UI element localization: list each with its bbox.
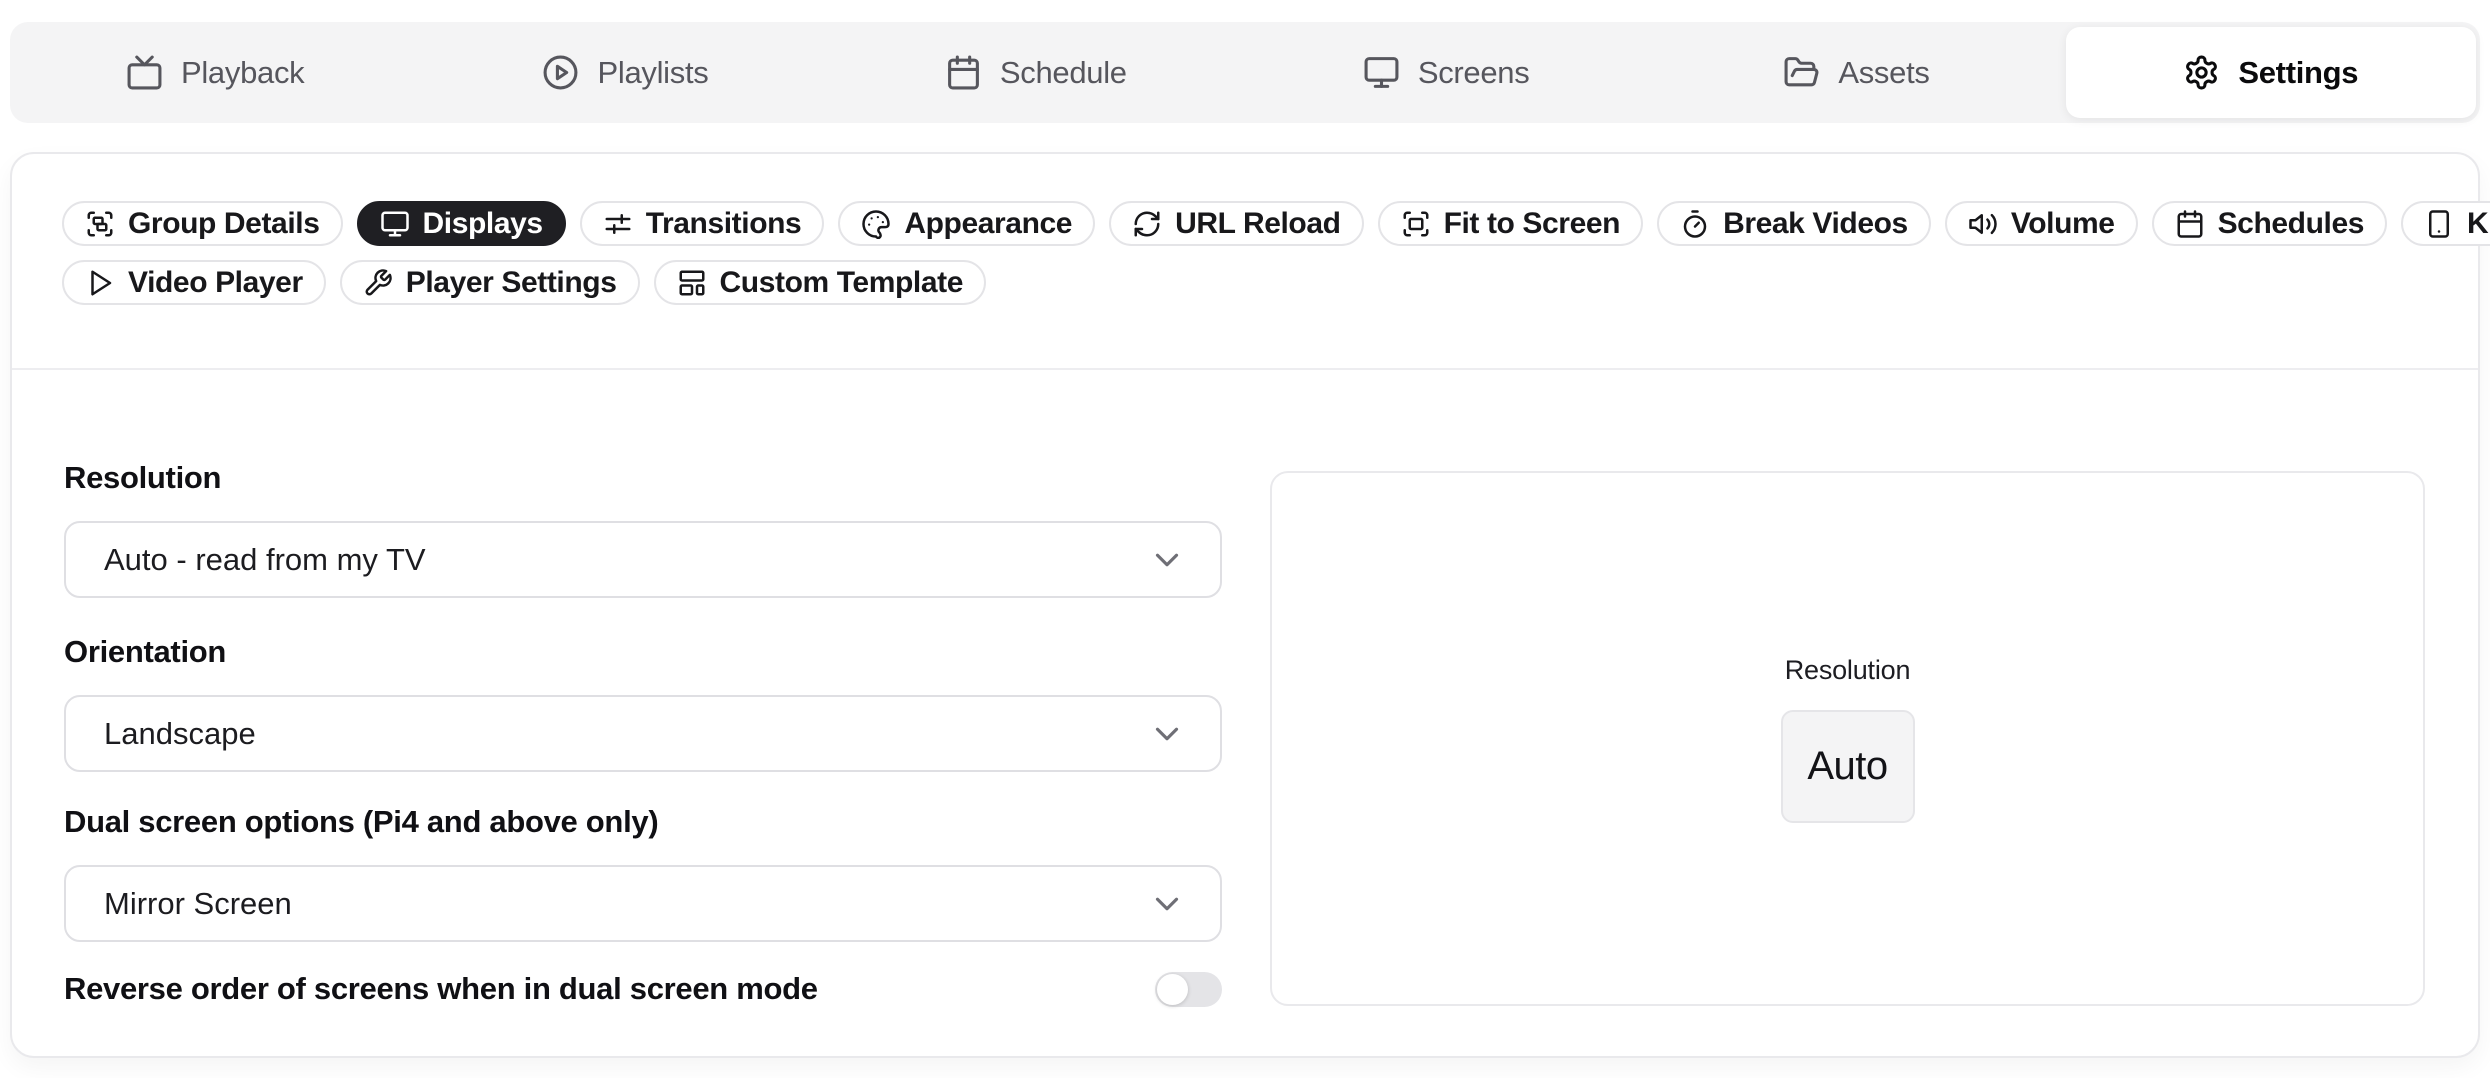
subnav-pill-displays[interactable]: Displays bbox=[357, 201, 566, 246]
volume-icon bbox=[1968, 209, 1998, 239]
monitor-icon bbox=[1363, 54, 1400, 91]
orientation-field: Orientation Landscape bbox=[64, 632, 1222, 772]
top-nav: Playback Playlists Schedule Screens Assets Se… bbox=[10, 22, 2480, 123]
chevron-down-icon bbox=[1148, 885, 1186, 923]
refresh-icon bbox=[1132, 209, 1162, 239]
reverse-order-toggle-row: Reverse order of screens when in dual sc… bbox=[64, 969, 1222, 1009]
layout-template-icon bbox=[677, 268, 707, 298]
subnav-pill-label: Custom Template bbox=[720, 266, 963, 300]
dual-screen-field: Dual screen options (Pi4 and above only)… bbox=[64, 802, 1222, 942]
wrench-icon bbox=[363, 268, 393, 298]
palette-icon bbox=[861, 209, 891, 239]
fullscreen-icon bbox=[1401, 209, 1431, 239]
subnav-pill-label: Volume bbox=[2011, 207, 2115, 241]
orientation-select[interactable]: Landscape bbox=[64, 695, 1222, 772]
subnav-pill-label: Group Details bbox=[128, 207, 320, 241]
preview-resolution-value-box: Auto bbox=[1781, 710, 1915, 823]
nav-tab-label: Playback bbox=[181, 55, 304, 91]
subnav-pill-schedules[interactable]: Schedules bbox=[2152, 201, 2387, 246]
preview-resolution-label: Resolution bbox=[1785, 655, 1911, 686]
chevron-down-icon bbox=[1148, 715, 1186, 753]
timer-icon bbox=[1680, 209, 1710, 239]
gear-icon bbox=[2183, 54, 2220, 91]
subnav-pill-label: Kiosk Mode bbox=[2467, 207, 2490, 241]
tv-icon bbox=[126, 54, 163, 91]
subnav-pill-url-reload[interactable]: URL Reload bbox=[1109, 201, 1363, 246]
sliders-icon bbox=[603, 209, 633, 239]
settings-card: Group Details Displays Transitions Appearan… bbox=[10, 152, 2480, 1058]
smartphone-icon bbox=[2424, 209, 2454, 239]
subnav-pill-kiosk-mode[interactable]: Kiosk Mode bbox=[2401, 201, 2490, 246]
settings-subnav-row-2: Video Player Player Settings Custom Templa… bbox=[62, 260, 986, 305]
orientation-select-value: Landscape bbox=[104, 716, 256, 752]
subnav-pill-label: Appearance bbox=[904, 207, 1072, 241]
nav-tab-assets[interactable]: Assets bbox=[1651, 22, 2061, 123]
chevron-down-icon bbox=[1148, 541, 1186, 579]
reverse-order-toggle-label: Reverse order of screens when in dual sc… bbox=[64, 969, 818, 1009]
nav-tab-label: Settings bbox=[2238, 55, 2358, 91]
subnav-pill-label: Displays bbox=[423, 207, 543, 241]
resolution-select[interactable]: Auto - read from my TV bbox=[64, 521, 1222, 598]
nav-tab-label: Assets bbox=[1838, 55, 1929, 91]
resolution-preview-panel: Resolution Auto bbox=[1270, 471, 2425, 1006]
resolution-label: Resolution bbox=[64, 458, 1222, 498]
dual-screen-select-value: Mirror Screen bbox=[104, 886, 292, 922]
preview-resolution-value: Auto bbox=[1807, 744, 1887, 789]
subnav-pill-custom-template[interactable]: Custom Template bbox=[654, 260, 986, 305]
dual-screen-select[interactable]: Mirror Screen bbox=[64, 865, 1222, 942]
calendar-icon bbox=[2175, 209, 2205, 239]
subnav-pill-label: Video Player bbox=[128, 266, 303, 300]
divider bbox=[12, 368, 2478, 370]
subnav-pill-transitions[interactable]: Transitions bbox=[580, 201, 825, 246]
subnav-pill-label: Transitions bbox=[646, 207, 802, 241]
subnav-pill-label: Fit to Screen bbox=[1444, 207, 1621, 241]
resolution-preview-content: Resolution Auto bbox=[1781, 655, 1915, 823]
nav-tab-playback[interactable]: Playback bbox=[10, 22, 420, 123]
subnav-pill-video-player[interactable]: Video Player bbox=[62, 260, 326, 305]
reverse-order-toggle[interactable] bbox=[1155, 972, 1222, 1007]
monitor-icon bbox=[380, 209, 410, 239]
nav-tab-screens[interactable]: Screens bbox=[1241, 22, 1651, 123]
nav-tab-settings[interactable]: Settings bbox=[2066, 27, 2476, 118]
subnav-pill-appearance[interactable]: Appearance bbox=[838, 201, 1095, 246]
settings-subnav-row-1: Group Details Displays Transitions Appearan… bbox=[62, 201, 2490, 246]
nav-tab-label: Schedule bbox=[1000, 55, 1127, 91]
subnav-pill-label: Player Settings bbox=[406, 266, 617, 300]
toggle-knob bbox=[1157, 974, 1188, 1005]
subnav-pill-break-videos[interactable]: Break Videos bbox=[1657, 201, 1931, 246]
nav-tab-playlists[interactable]: Playlists bbox=[420, 22, 830, 123]
orientation-label: Orientation bbox=[64, 632, 1222, 672]
subnav-pill-label: Break Videos bbox=[1723, 207, 1908, 241]
resolution-field: Resolution Auto - read from my TV bbox=[64, 458, 1222, 598]
subnav-pill-label: Schedules bbox=[2218, 207, 2364, 241]
play-icon bbox=[85, 268, 115, 298]
subnav-pill-volume[interactable]: Volume bbox=[1945, 201, 2138, 246]
subnav-pill-group-details[interactable]: Group Details bbox=[62, 201, 343, 246]
subnav-pill-label: URL Reload bbox=[1175, 207, 1340, 241]
group-icon bbox=[85, 209, 115, 239]
nav-tab-schedule[interactable]: Schedule bbox=[831, 22, 1241, 123]
calendar-icon bbox=[945, 54, 982, 91]
resolution-select-value: Auto - read from my TV bbox=[104, 542, 426, 578]
subnav-pill-fit-to-screen[interactable]: Fit to Screen bbox=[1378, 201, 1644, 246]
dual-screen-label: Dual screen options (Pi4 and above only) bbox=[64, 802, 1222, 842]
subnav-pill-player-settings[interactable]: Player Settings bbox=[340, 260, 640, 305]
nav-tab-label: Screens bbox=[1418, 55, 1530, 91]
circle-play-icon bbox=[542, 54, 579, 91]
nav-tab-label: Playlists bbox=[597, 55, 708, 91]
folder-open-icon bbox=[1783, 54, 1820, 91]
